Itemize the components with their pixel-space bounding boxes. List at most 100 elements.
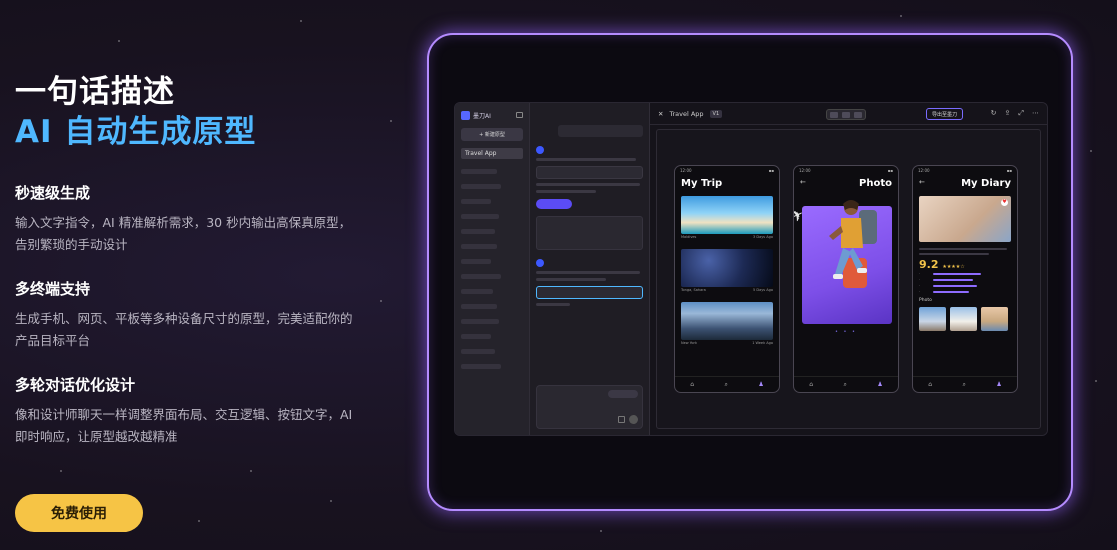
chat-input[interactable] xyxy=(536,385,643,429)
tablet-icon[interactable] xyxy=(842,112,850,118)
sidebar-item-placeholder[interactable] xyxy=(461,259,491,264)
app-screenshot: 墨刀AI + 新建原型 Travel App ✕ Travel App V1 导… xyxy=(454,102,1048,436)
export-button[interactable]: 导出至墨刀 xyxy=(925,108,963,120)
assistant-text-line xyxy=(536,158,636,161)
desktop-icon[interactable] xyxy=(854,112,862,118)
thumbnail[interactable] xyxy=(981,307,1008,331)
home-icon[interactable]: ⌂ xyxy=(690,381,694,388)
device-switcher[interactable] xyxy=(826,109,866,120)
home-icon[interactable]: ⌂ xyxy=(809,381,813,388)
version-card-active[interactable] xyxy=(536,286,643,299)
chat-action-button[interactable] xyxy=(536,199,572,209)
user-message-bubble xyxy=(558,125,643,137)
sidebar-item-placeholder[interactable] xyxy=(461,214,499,219)
profile-icon[interactable]: ♟ xyxy=(996,381,1001,388)
diary-hero-photo: ♥ xyxy=(919,196,1011,242)
trip-photo-desert[interactable] xyxy=(681,249,773,287)
chat-option-button[interactable] xyxy=(608,390,638,398)
hero-title-line2: AI 自动生成原型 xyxy=(15,114,257,150)
sidebar-item-placeholder[interactable] xyxy=(461,169,497,174)
sidebar-item-placeholder[interactable] xyxy=(461,199,491,204)
bottom-nav: ⌂ ⌕ ♟ xyxy=(794,376,898,392)
version-card[interactable] xyxy=(536,166,643,179)
bottom-nav: ⌂ ⌕ ♟ xyxy=(913,376,1017,392)
trip-date: 1 Week Ago xyxy=(752,341,773,345)
profile-icon[interactable]: ♟ xyxy=(758,381,763,388)
assistant-avatar xyxy=(536,259,544,267)
trip-caption: Tonga, Sahara 5 Days Ago xyxy=(675,287,779,292)
search-icon[interactable]: ⌕ xyxy=(844,381,847,389)
sidebar-item-placeholder[interactable] xyxy=(461,364,501,369)
trip-photo-maldives[interactable] xyxy=(681,196,773,234)
chat-panel xyxy=(530,103,650,435)
thumbnail[interactable] xyxy=(950,307,977,331)
refresh-icon[interactable]: ↻ xyxy=(991,109,997,118)
search-icon[interactable]: ⌕ xyxy=(963,381,966,389)
traveler-illustration xyxy=(829,200,877,288)
status-time: 12:00 xyxy=(680,168,692,173)
photos-label: Photo xyxy=(919,298,932,303)
rating-score: 9.2 ★★★★☆ xyxy=(913,255,1017,271)
trip-photo-city[interactable] xyxy=(681,302,773,340)
free-use-button[interactable]: 免费使用 xyxy=(15,494,143,532)
status-time: 12:00 xyxy=(799,168,811,173)
screen-title: My Trip xyxy=(681,178,723,189)
version-badge[interactable]: V1 xyxy=(709,109,723,118)
close-icon[interactable]: ✕ xyxy=(658,110,663,118)
status-time: 12:00 xyxy=(918,168,930,173)
back-icon[interactable]: ← xyxy=(800,178,806,189)
phone-photo: 12:00 ▪▪ ← Photo ✈ • • • ⌂ ⌕ ♟ xyxy=(793,165,899,393)
fullscreen-icon[interactable]: ⤢ xyxy=(1018,109,1024,118)
sidebar-item-placeholder[interactable] xyxy=(461,334,491,339)
hero-title-line1: 一句话描述 xyxy=(15,74,175,110)
rating-stars: ★★★★☆ xyxy=(942,264,965,270)
assistant-text-line xyxy=(536,183,640,186)
trip-location: Tonga, Sahara xyxy=(681,288,706,292)
sidebar-item-placeholder[interactable] xyxy=(461,289,493,294)
app-brand: 墨刀AI xyxy=(461,110,491,120)
sidebar-item-placeholder[interactable] xyxy=(461,319,499,324)
new-prototype-button[interactable]: + 新建原型 xyxy=(461,128,523,141)
feature-desc: 像和设计师聊天一样调整界面布局、交互逻辑、按钮文字，AI 即时响应，让原型越改越… xyxy=(15,407,353,444)
assistant-text-line xyxy=(536,190,596,193)
feature-item: 多轮对话优化设计 像和设计师聊天一样调整界面布局、交互逻辑、按钮文字，AI 即时… xyxy=(15,374,375,448)
status-bar: 12:00 ▪▪ xyxy=(680,168,774,173)
mobile-icon[interactable] xyxy=(830,112,838,118)
share-icon[interactable]: ⇪ xyxy=(1005,109,1011,118)
assistant-header xyxy=(536,146,643,154)
sidebar-item-placeholder[interactable] xyxy=(461,184,501,189)
status-bar: 12:00 ▪▪ xyxy=(799,168,893,173)
sidebar-item-travel-app[interactable]: Travel App xyxy=(461,148,523,159)
sidebar-item-placeholder[interactable] xyxy=(461,349,495,354)
trip-date: 3 Days Ago xyxy=(753,235,773,239)
sidebar-item-placeholder[interactable] xyxy=(461,304,497,309)
screen-title: Photo xyxy=(859,178,892,189)
trip-caption: Maldives 3 Days Ago xyxy=(675,234,779,239)
thumbnail[interactable] xyxy=(919,307,946,331)
back-icon[interactable]: ← xyxy=(919,178,925,189)
send-icon[interactable] xyxy=(629,415,638,424)
carousel-dots[interactable]: • • • xyxy=(794,329,898,335)
phone-my-diary: 12:00 ▪▪ ← My Diary ♥ 9.2 ★★★★☆ · · · · P… xyxy=(912,165,1018,393)
feature-item: 多终端支持 生成手机、网页、平板等多种设备尺寸的原型，完美适配你的产品目标平台 xyxy=(15,278,375,352)
search-icon[interactable]: ⌕ xyxy=(725,381,728,389)
sidebar-toggle-icon[interactable] xyxy=(516,112,523,118)
rating-value: 9.2 xyxy=(919,258,939,271)
sidebar-item-placeholder[interactable] xyxy=(461,274,501,279)
app-brand-label: 墨刀AI xyxy=(473,112,491,120)
app-logo-icon xyxy=(461,110,470,120)
home-icon[interactable]: ⌂ xyxy=(928,381,932,388)
more-icon[interactable]: ⋯ xyxy=(1032,109,1039,118)
screen-header: ← My Diary xyxy=(913,175,1017,192)
feature-desc: 输入文字指令，AI 精准解析需求，30 秒内输出高保真原型，告别繁琐的手动设计 xyxy=(15,215,352,252)
bottom-nav: ⌂ ⌕ ♟ xyxy=(675,376,779,392)
assistant-avatar xyxy=(536,146,544,154)
sidebar-item-placeholder[interactable] xyxy=(461,244,497,249)
heart-icon[interactable]: ♥ xyxy=(1001,199,1008,206)
trip-location: Maldives xyxy=(681,235,697,239)
project-name: Travel App xyxy=(669,109,704,118)
feature-title: 多轮对话优化设计 xyxy=(15,376,136,394)
attach-icon[interactable] xyxy=(618,416,625,423)
profile-icon[interactable]: ♟ xyxy=(877,381,882,388)
sidebar-item-placeholder[interactable] xyxy=(461,229,495,234)
